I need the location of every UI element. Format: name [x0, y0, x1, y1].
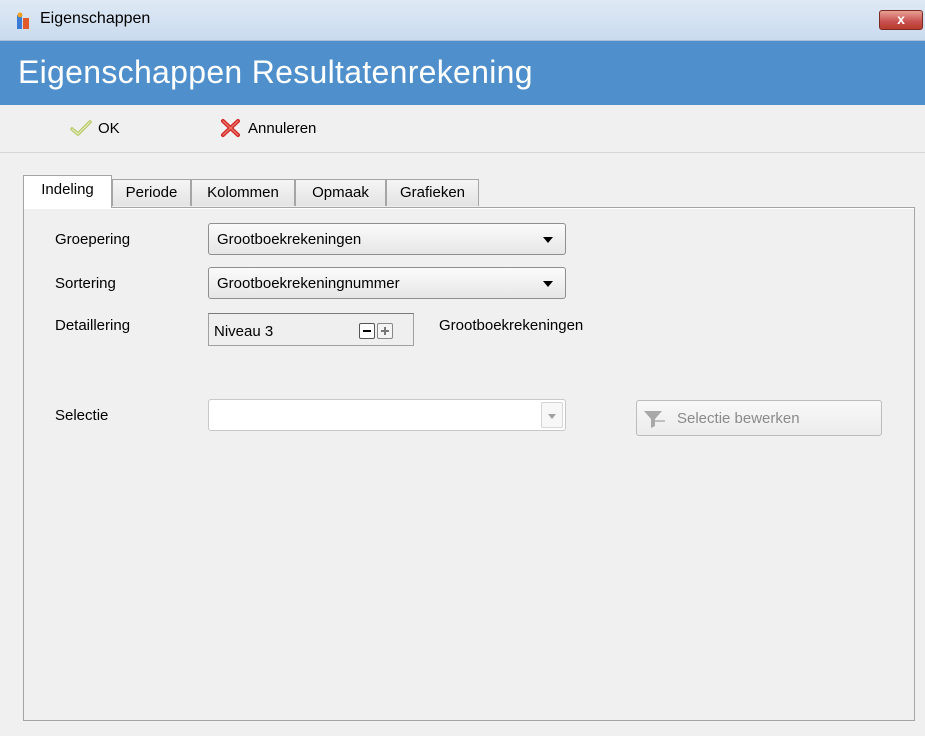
- red-x-icon: [221, 119, 240, 137]
- window-title: Eigenschappen: [40, 10, 151, 27]
- tab-kolommen[interactable]: Kolommen: [191, 179, 295, 206]
- tab-label: Periode: [125, 184, 178, 201]
- selectie-bewerken-label: Selectie bewerken: [677, 410, 800, 427]
- tab-grafieken[interactable]: Grafieken: [386, 179, 479, 206]
- selectie-select[interactable]: [208, 399, 566, 431]
- check-icon: [70, 120, 92, 136]
- cancel-label: Annuleren: [248, 119, 317, 137]
- selectie-label: Selectie: [55, 407, 109, 424]
- detaillering-value: Niveau 3: [214, 323, 274, 340]
- tab-opmaak[interactable]: Opmaak: [295, 179, 386, 206]
- tab-label: Indeling: [41, 181, 94, 198]
- ok-label: OK: [98, 119, 120, 137]
- tab-label: Opmaak: [312, 184, 369, 201]
- close-button[interactable]: x: [879, 10, 923, 30]
- sortering-value: Grootboekrekeningnummer: [217, 275, 400, 292]
- minus-icon[interactable]: [359, 323, 375, 339]
- detaillering-stepper[interactable]: Niveau 3: [208, 313, 414, 346]
- detaillering-label: Detaillering: [55, 317, 131, 334]
- toolbar: OK Annuleren: [0, 105, 925, 150]
- tab-periode[interactable]: Periode: [112, 179, 191, 206]
- tab-panel-indeling: Groepering Grootboekrekeningen Sortering…: [23, 207, 915, 721]
- selectie-bewerken-button[interactable]: Selectie bewerken: [636, 400, 882, 436]
- toolbar-divider: [0, 152, 925, 153]
- tab-label: Grafieken: [399, 184, 466, 201]
- tab-indeling[interactable]: Indeling: [23, 175, 112, 208]
- page-title: Eigenschappen Resultatenrekening: [18, 54, 533, 90]
- chevron-down-icon: [543, 281, 553, 287]
- ok-button[interactable]: OK: [70, 117, 120, 139]
- chevron-down-icon: [541, 402, 563, 428]
- plus-icon[interactable]: [377, 323, 393, 339]
- sortering-select[interactable]: Grootboekrekeningnummer: [208, 267, 566, 299]
- groepering-value: Grootboekrekeningen: [217, 231, 362, 248]
- chevron-down-icon: [543, 237, 553, 243]
- sortering-label: Sortering: [55, 275, 116, 292]
- app-icon: [17, 12, 29, 29]
- groepering-label: Groepering: [55, 231, 131, 248]
- funnel-icon: [644, 411, 665, 428]
- panel-body: Groepering Grootboekrekeningen Sortering…: [24, 208, 914, 720]
- header-band: Eigenschappen Resultatenrekening: [0, 41, 925, 105]
- groepering-select[interactable]: Grootboekrekeningen: [208, 223, 566, 255]
- tab-label: Kolommen: [207, 184, 279, 201]
- close-icon: x: [897, 11, 905, 27]
- detaillering-suffix: Grootboekrekeningen: [439, 317, 584, 334]
- window-titlebar: Eigenschappen x: [0, 0, 925, 41]
- cancel-button[interactable]: Annuleren: [220, 117, 316, 139]
